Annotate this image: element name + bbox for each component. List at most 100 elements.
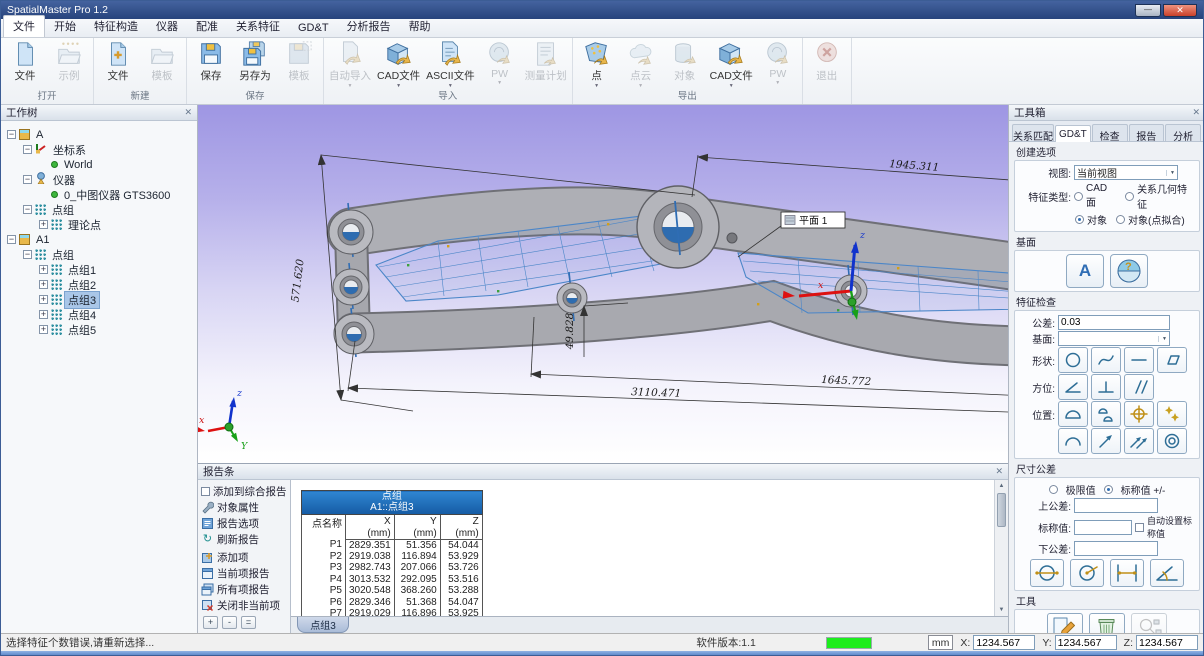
datum-letter-button[interactable]: A — [1066, 254, 1104, 288]
pos-composite-profile-button[interactable] — [1091, 401, 1121, 427]
nominal-input[interactable] — [1074, 520, 1132, 535]
ribbon-button-open-file[interactable]: 文件 — [3, 39, 47, 83]
tree-collapse-icon[interactable]: − — [23, 175, 32, 184]
3d-viewport[interactable]: 1945.311 571.620 49.828 1645.772 3110.47… — [198, 105, 1008, 463]
collapse-all-button[interactable]: - — [222, 616, 237, 629]
tree-item-A1[interactable]: −A1 — [3, 232, 195, 247]
dimtol-distance-button[interactable] — [1110, 559, 1144, 587]
tab-inspect[interactable]: 检查 — [1092, 124, 1128, 141]
shape-flatness-button[interactable] — [1157, 347, 1187, 373]
ribbon-button-export-cad[interactable]: CAD文件 ▼ — [707, 39, 756, 89]
object-properties-button[interactable]: 对象属性 — [201, 500, 287, 514]
ribbon-button-new-file[interactable]: 文件 — [96, 39, 140, 83]
close-non-current-button[interactable]: 关闭非当前项 — [201, 598, 287, 612]
minimize-button[interactable]: — — [1135, 4, 1161, 17]
tree-expand-icon[interactable]: + — [39, 310, 48, 319]
pos-arc-profile-button[interactable] — [1058, 428, 1088, 454]
pos-stars-button[interactable] — [1157, 401, 1187, 427]
ribbon-button-import-ascii[interactable]: ASCII文件 ▼ — [423, 39, 477, 89]
scroll-down-icon[interactable]: ▼ — [995, 604, 1008, 616]
expand-all-button[interactable]: + — [203, 616, 218, 629]
tolerance-input[interactable] — [1058, 315, 1170, 330]
y-input[interactable] — [1055, 635, 1117, 650]
tree-item-pointgroup2[interactable]: +点组2 — [3, 277, 195, 292]
menu-alignment[interactable]: 配准 — [187, 16, 227, 37]
radio-object-fit[interactable] — [1116, 215, 1125, 224]
view-select[interactable]: 当前视图 ▼ — [1074, 165, 1178, 180]
z-input[interactable] — [1136, 635, 1198, 650]
scroll-thumb[interactable] — [997, 493, 1006, 527]
add-item-button[interactable]: 添加项 — [201, 550, 287, 564]
menu-file[interactable]: 文件 — [3, 15, 45, 37]
tree-collapse-icon[interactable]: − — [23, 145, 32, 154]
tab-report[interactable]: 报告 — [1129, 124, 1165, 141]
tree-collapse-icon[interactable]: − — [7, 130, 16, 139]
report-options-button[interactable]: 报告选项 — [201, 516, 287, 530]
tree-collapse-icon[interactable]: − — [7, 235, 16, 244]
tree-expand-icon[interactable]: + — [39, 325, 48, 334]
close-button[interactable]: ✕ — [1163, 4, 1197, 17]
dimtol-angle-button[interactable] — [1150, 559, 1184, 587]
orient-perpendicularity-button[interactable] — [1091, 374, 1121, 400]
dimtol-radius-button[interactable] — [1070, 559, 1104, 587]
lower-tolerance-input[interactable] — [1074, 541, 1158, 556]
tree-item-pointgroup5[interactable]: +点组5 — [3, 322, 195, 337]
menu-help[interactable]: 帮助 — [400, 16, 440, 37]
tree-item-coordsys[interactable]: −坐标系 — [3, 142, 195, 157]
toolbox-close-icon[interactable]: ✕ — [1192, 107, 1200, 118]
tree-item-pointgroup-A1[interactable]: −点组 — [3, 247, 195, 262]
orient-angularity-button[interactable] — [1058, 374, 1088, 400]
tree-item-gts3600[interactable]: 0_中图仪器 GTS3600 — [3, 187, 195, 202]
tree-item-world[interactable]: World — [3, 157, 195, 172]
equalize-button[interactable]: = — [241, 616, 256, 629]
current-item-report-button[interactable]: 当前项报告 — [201, 566, 287, 580]
shape-line-profile-button[interactable] — [1091, 347, 1121, 373]
tree-expand-icon[interactable]: + — [39, 295, 48, 304]
ribbon-button-import-cad[interactable]: CAD文件 ▼ — [374, 39, 423, 89]
shape-straightness-button[interactable] — [1124, 347, 1154, 373]
tree-item-pointgroup3-selected[interactable]: +点组3 — [3, 292, 195, 307]
tree-item-pointgroup1[interactable]: +点组1 — [3, 262, 195, 277]
radio-cad-face[interactable] — [1074, 192, 1083, 201]
scroll-up-icon[interactable]: ▲ — [995, 480, 1008, 492]
auto-nominal-checkbox[interactable] — [1135, 523, 1144, 532]
tree-collapse-icon[interactable]: − — [23, 205, 32, 214]
tab-analysis[interactable]: 分析 — [1165, 124, 1201, 141]
datum-select[interactable]: ▼ — [1058, 331, 1170, 346]
dimtol-diameter-button[interactable] — [1030, 559, 1064, 587]
menu-feature-construct[interactable]: 特征构造 — [85, 16, 147, 37]
ribbon-button-save[interactable]: 保存 — [189, 39, 233, 83]
tree-item-A[interactable]: −A — [3, 127, 195, 142]
work-tree-close-icon[interactable]: ✕ — [184, 107, 192, 118]
tree-expand-icon[interactable]: + — [39, 265, 48, 274]
pos-total-runout-button[interactable] — [1124, 428, 1154, 454]
x-input[interactable] — [973, 635, 1035, 650]
tab-gdt[interactable]: GD&T — [1055, 125, 1091, 142]
refresh-report-button[interactable]: ↻刷新报告 — [201, 532, 287, 546]
tree-item-pointgroup4[interactable]: +点组4 — [3, 307, 195, 322]
tree-item-instrument[interactable]: −仪器 — [3, 172, 195, 187]
ribbon-button-save-as[interactable]: 另存为 — [233, 39, 277, 83]
shape-circularity-button[interactable] — [1058, 347, 1088, 373]
tree-item-theory-points[interactable]: +理论点 — [3, 217, 195, 232]
radio-limit-value[interactable] — [1049, 485, 1058, 494]
tab-relation-match[interactable]: 关系匹配 — [1012, 124, 1054, 141]
ribbon-button-export-points[interactable]: 点 ▼ — [575, 39, 619, 89]
pos-concentricity-button[interactable] — [1157, 428, 1187, 454]
report-tab-pointgroup3[interactable]: 点组3 — [297, 617, 349, 633]
pos-surface-profile-button[interactable] — [1058, 401, 1088, 427]
radio-nominal-value[interactable] — [1104, 485, 1113, 494]
orient-parallelism-button[interactable] — [1124, 374, 1154, 400]
menu-start[interactable]: 开始 — [45, 16, 85, 37]
pos-runout-button[interactable] — [1091, 428, 1121, 454]
all-items-report-button[interactable]: 所有项报告 — [201, 582, 287, 596]
menu-relation-feature[interactable]: 关系特征 — [227, 16, 289, 37]
tree-item-pointgroup-root[interactable]: −点组 — [3, 202, 195, 217]
menu-analysis-report[interactable]: 分析报告 — [338, 16, 400, 37]
tree-collapse-icon[interactable]: − — [23, 250, 32, 259]
upper-tolerance-input[interactable] — [1074, 498, 1158, 513]
add-to-report-checkbox[interactable]: 添加到综合报告 — [201, 484, 287, 498]
menu-gdt[interactable]: GD&T — [289, 20, 338, 37]
report-scrollbar[interactable]: ▲ ▼ — [994, 480, 1008, 616]
radio-relation-geom[interactable] — [1125, 192, 1134, 201]
